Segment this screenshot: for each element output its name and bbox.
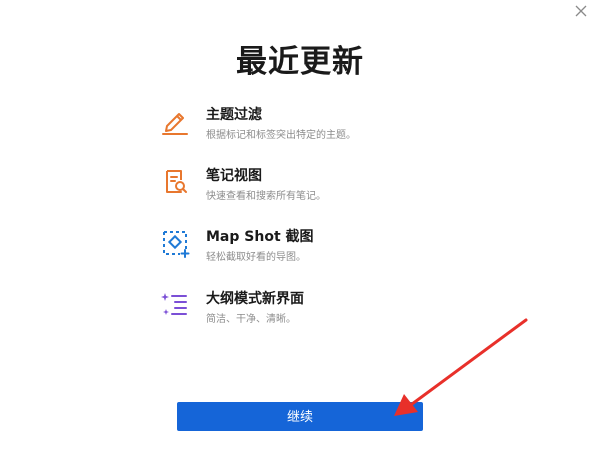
feature-description: 快速查看和搜索所有笔记。 [206, 191, 326, 202]
pencil-filter-icon [162, 113, 188, 135]
feature-title: 主题过滤 [206, 107, 262, 123]
feature-title: 笔记视图 [206, 168, 262, 184]
dialog-title: 最近更新 [236, 44, 364, 80]
screenshot-icon [163, 231, 190, 258]
outline-sparkle-icon [161, 293, 187, 315]
continue-button[interactable]: 继续 [177, 402, 423, 431]
note-search-icon [166, 170, 187, 193]
feature-item-map-shot: Map Shot 截图 轻松截取好看的导图。 [160, 226, 480, 274]
feature-item-outline-mode: 大纲模式新界面 简洁、干净、清晰。 [160, 288, 480, 336]
feature-description: 轻松截取好看的导图。 [206, 252, 306, 263]
feature-title: 大纲模式新界面 [206, 291, 304, 307]
close-icon[interactable] [572, 2, 590, 20]
feature-item-topic-filter: 主题过滤 根据标记和标签突出特定的主题。 [160, 104, 480, 152]
feature-item-note-view: 笔记视图 快速查看和搜索所有笔记。 [160, 165, 480, 213]
feature-description: 根据标记和标签突出特定的主题。 [206, 130, 356, 141]
update-dialog: 最近更新 主题过滤 根据标记和标签突出特定的主题。 笔记视图 快速查看和搜索所有… [0, 0, 600, 453]
feature-title: Map Shot 截图 [206, 229, 314, 245]
feature-description: 简洁、干净、清晰。 [206, 314, 296, 325]
